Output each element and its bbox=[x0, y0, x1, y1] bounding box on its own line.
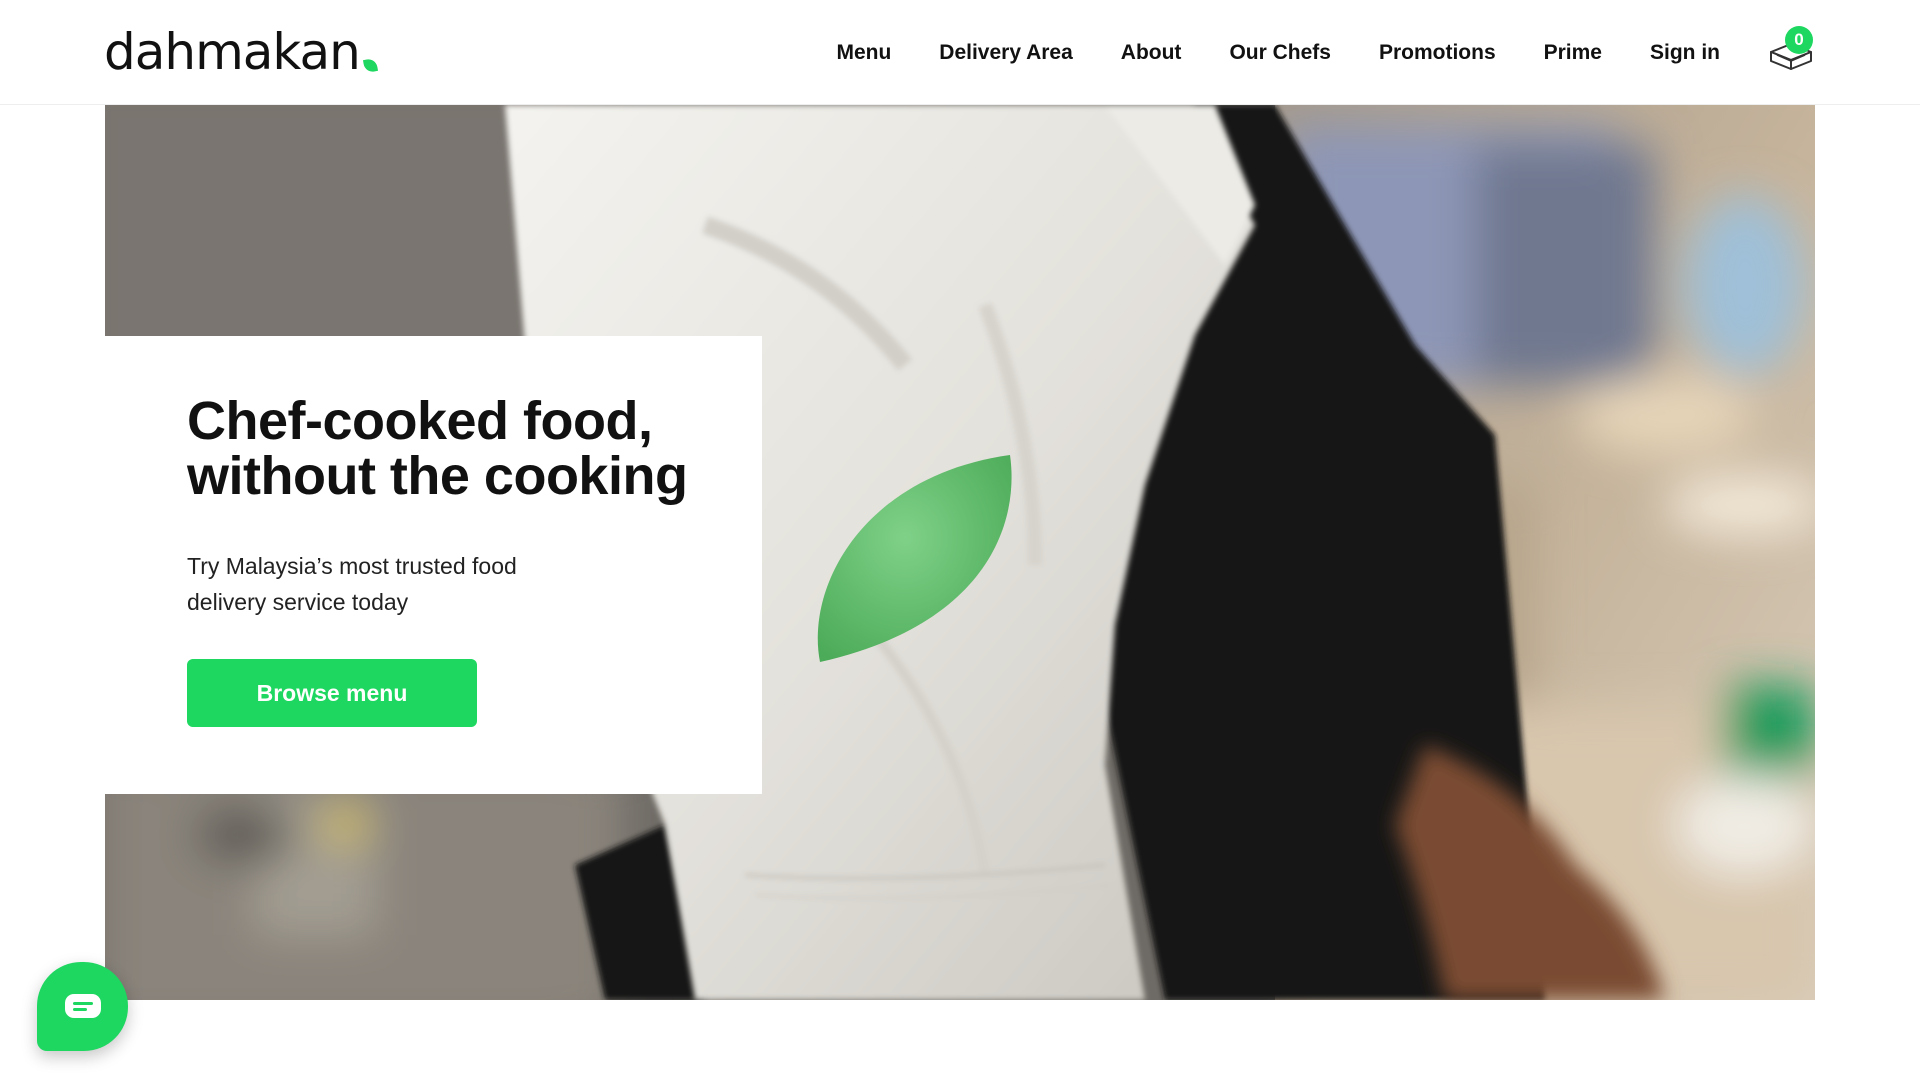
chat-bubble-icon bbox=[64, 993, 101, 1018]
chat-launcher-button[interactable] bbox=[37, 962, 128, 1051]
nav-our-chefs[interactable]: Our Chefs bbox=[1229, 41, 1331, 65]
hero-subtitle-line-1: Try Malaysia’s most trusted food bbox=[187, 553, 517, 579]
logo-leaf-dot-icon bbox=[362, 57, 378, 74]
nav-delivery-area[interactable]: Delivery Area bbox=[939, 41, 1072, 65]
hero-title-line-1: Chef-cooked food, bbox=[187, 391, 653, 451]
hero-subtitle: Try Malaysia’s most trusted food deliver… bbox=[187, 548, 587, 620]
logo-wordmark: dahmakan bbox=[104, 23, 361, 81]
nav-sign-in[interactable]: Sign in bbox=[1650, 41, 1720, 65]
nav-menu[interactable]: Menu bbox=[836, 41, 891, 65]
hero-subtitle-line-2: delivery service today bbox=[187, 589, 409, 615]
nav-promotions[interactable]: Promotions bbox=[1379, 41, 1496, 65]
hero-card: Chef-cooked food, without the cooking Tr… bbox=[105, 336, 762, 794]
cart-count-badge: 0 bbox=[1785, 26, 1813, 54]
dahmakan-logo[interactable]: dahmakan bbox=[104, 22, 378, 82]
cart-button[interactable]: 0 bbox=[1766, 26, 1818, 74]
main-nav: Menu Delivery Area About Our Chefs Promo… bbox=[836, 0, 1720, 105]
browse-menu-button[interactable]: Browse menu bbox=[187, 659, 477, 727]
nav-prime[interactable]: Prime bbox=[1544, 41, 1602, 65]
hero-title: Chef-cooked food, without the cooking bbox=[187, 394, 727, 504]
nav-about[interactable]: About bbox=[1121, 41, 1182, 65]
hero-title-line-2: without the cooking bbox=[187, 446, 688, 506]
site-header: dahmakan Menu Delivery Area About Our Ch… bbox=[0, 0, 1920, 105]
